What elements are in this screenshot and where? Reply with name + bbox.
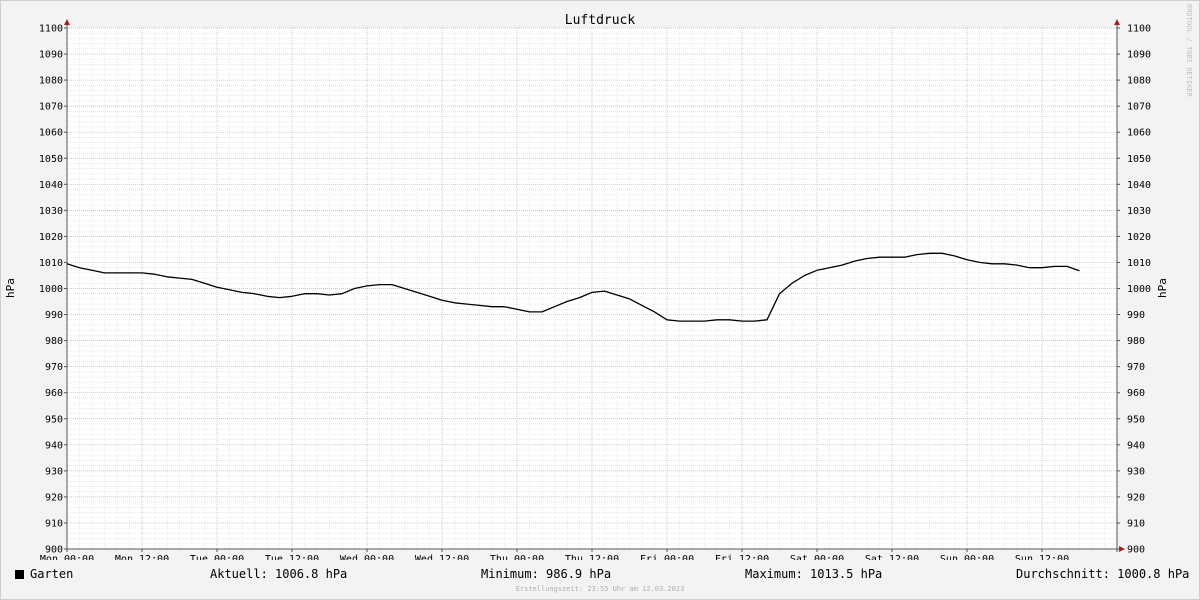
y-tick-label-right: 1060: [1127, 128, 1151, 139]
y-tick-label-right: 930: [1127, 466, 1145, 477]
x-tick-label: Sat 00:00: [790, 554, 844, 560]
y-tick-label-right: 1050: [1127, 154, 1151, 165]
x-tick-label: Wed 12:00: [415, 554, 469, 560]
y-tick-label-left: 1050: [39, 154, 63, 165]
x-tick-label: Fri 12:00: [715, 554, 769, 560]
y-tick-label-left: 940: [45, 440, 63, 451]
legend-current: Aktuell: 1006.8 hPa: [210, 567, 348, 581]
y-tick-label-left: 1060: [39, 128, 63, 139]
y-tick-label-right: 920: [1127, 492, 1145, 503]
y-tick-label-left: 1000: [39, 284, 63, 295]
y-tick-label-left: 990: [45, 310, 63, 321]
y-tick-label-right: 1020: [1127, 232, 1151, 243]
x-tick-label: Tue 12:00: [265, 554, 319, 560]
footer-note: Erstellungszeit: 23:55 Uhr am 12.03.2023: [515, 585, 685, 593]
y-tick-label-left: 1070: [39, 102, 63, 113]
y-tick-label-right: 1070: [1127, 102, 1151, 113]
legend-series-name: Garten: [30, 567, 74, 581]
y-tick-label-right: 960: [1127, 388, 1145, 399]
x-tick-label: Sat 12:00: [865, 554, 919, 560]
y-tick-labels-right: 900 910 920 930 940 950 960 970 980 990 1000 1010 10…: [1127, 24, 1151, 556]
y-tick-label-left: 950: [45, 414, 63, 425]
y-tick-label-left: 920: [45, 492, 63, 503]
y-tick-label-right: 980: [1127, 336, 1145, 347]
y-tick-label-right: 1000: [1127, 284, 1151, 295]
x-tick-label: Mon 12:00: [115, 554, 169, 560]
y-tick-label-right: 900: [1127, 545, 1145, 556]
y-tick-label-right: 950: [1127, 414, 1145, 425]
y-tick-label-left: 1040: [39, 180, 63, 191]
y-tick-label-right: 970: [1127, 362, 1145, 373]
pressure-chart: Luftdruck hPa hPa 9009109209309409509609…: [4, 13, 1169, 560]
y-tick-label-left: 1010: [39, 258, 63, 269]
y-tick-label-right: 1090: [1127, 50, 1151, 61]
y-tick-label-left: 1080: [39, 76, 63, 87]
legend-swatch-garten: [15, 570, 24, 579]
y-tick-label-left: 910: [45, 518, 63, 529]
y-tick-label-left: 1020: [39, 232, 63, 243]
y-tick-label-left: 1090: [39, 50, 63, 61]
y-tick-label-right: 1080: [1127, 76, 1151, 87]
x-tick-label: Sun 00:00: [940, 554, 994, 560]
y-tick-label-right: 990: [1127, 310, 1145, 321]
chart-title: Luftdruck: [565, 13, 636, 28]
y-axis-arrow-right: [1114, 19, 1120, 25]
y-tick-label-right: 910: [1127, 518, 1145, 529]
y-tick-label-right: 1100: [1127, 24, 1151, 35]
y-tick-label-left: 980: [45, 336, 63, 347]
y-tick-label-right: 1030: [1127, 206, 1151, 217]
y-tick-label-left: 930: [45, 466, 63, 477]
y-tick-label-left: 1100: [39, 24, 63, 35]
legend-minimum: Minimum: 986.9 hPa: [481, 567, 612, 581]
x-tick-labels: Mon 00:00 Mon 12:00 Tue 00:00 Tue 12:00 Wed …: [40, 554, 1069, 560]
legend-average: Durchschnitt: 1000.8 hPa: [1016, 567, 1190, 581]
x-tick-label: Thu 00:00: [490, 554, 544, 560]
x-tick-label: Wed 00:00: [340, 554, 394, 560]
x-tick-label: Fri 00:00: [640, 554, 694, 560]
y-axis-label-right: hPa: [1156, 278, 1169, 298]
y-tick-label-right: 1010: [1127, 258, 1151, 269]
x-tick-label: Mon 00:00: [40, 554, 94, 560]
y-tick-label-left: 1030: [39, 206, 63, 217]
x-tick-label: Tue 00:00: [190, 554, 244, 560]
y-tick-label-left: 960: [45, 388, 63, 399]
x-tick-label: Thu 12:00: [565, 554, 619, 560]
legend-maximum: Maximum: 1013.5 hPa: [745, 567, 883, 581]
y-tick-label-right: 940: [1127, 440, 1145, 451]
y-axis-label-left: hPa: [4, 278, 17, 298]
y-axis-arrow-left: [64, 19, 70, 25]
watermark: RRDTOOL / TOBI OETIKER: [1185, 4, 1193, 97]
y-tick-labels-left: 9009109209309409509609709809901000101010…: [39, 24, 63, 556]
x-tick-label: Sun 12:00: [1015, 554, 1069, 560]
y-tick-label-left: 970: [45, 362, 63, 373]
y-tick-label-right: 1040: [1127, 180, 1151, 191]
